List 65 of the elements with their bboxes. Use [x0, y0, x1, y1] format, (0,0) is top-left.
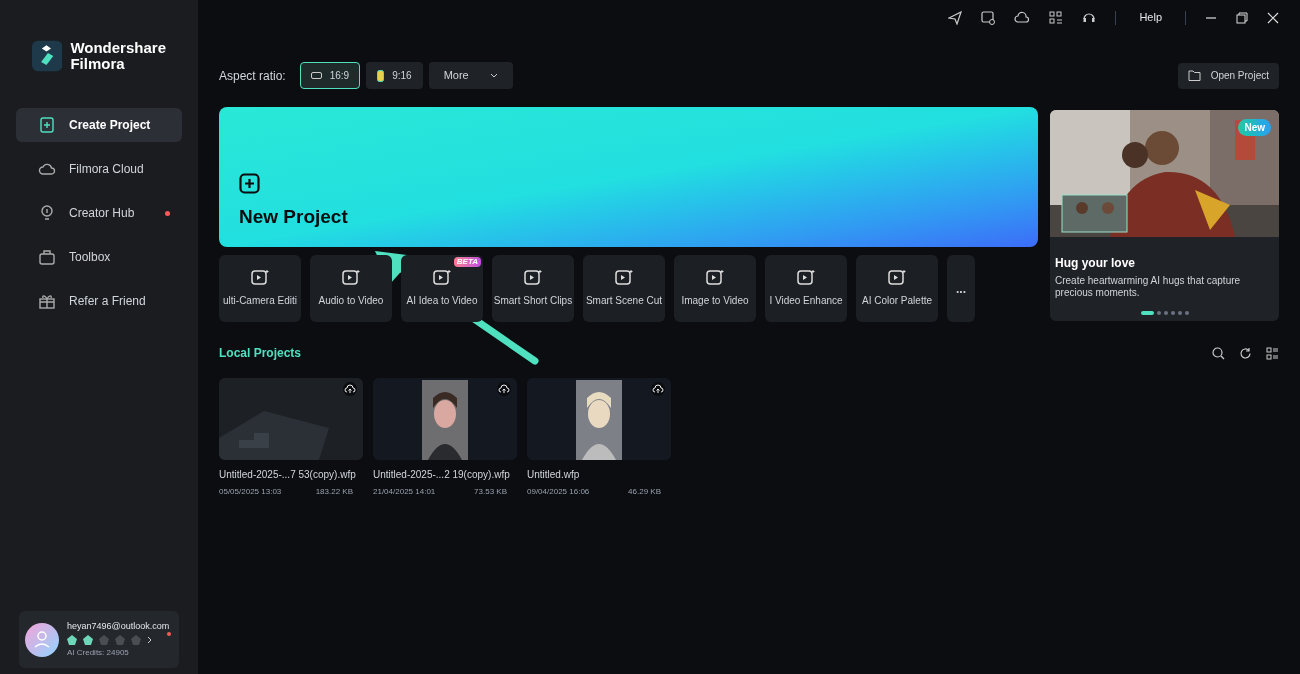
project-date: 05/05/2025 13:03 [219, 486, 282, 498]
help-button[interactable]: Help [1135, 9, 1166, 26]
promo-description: Create heartwarming AI hugs that capture precious moments. [1055, 275, 1242, 299]
restore-icon[interactable] [1236, 11, 1248, 24]
refresh-icon[interactable] [1239, 346, 1252, 360]
open-project-button[interactable]: Open Project [1177, 62, 1279, 89]
search-icon[interactable] [1212, 346, 1225, 360]
section-title: Local Projects [219, 345, 302, 362]
sidebar-item[interactable]: Filmora Cloud [16, 152, 182, 186]
promo-title: Hug your love [1055, 255, 1136, 272]
cloud-upload-icon[interactable] [497, 382, 511, 396]
cloud-upload-icon[interactable] [343, 382, 357, 396]
tool-button[interactable]: Image to Video [674, 255, 756, 322]
app-name: Filmora [70, 56, 126, 72]
tool-button[interactable]: Smart Short Clips [492, 255, 574, 322]
sidebar-item[interactable]: Toolbox [16, 240, 182, 274]
tool-button[interactable]: Audio to Video [310, 255, 392, 322]
project-name: Untitled-2025-...2 19(copy).wfp [373, 468, 511, 482]
schedule-icon[interactable] [981, 10, 996, 25]
promo-card[interactable]: New Hug your love Create heartwarming AI hugs that capture precious moments. [1050, 110, 1279, 321]
project-size: 46.29 KB [628, 486, 661, 498]
tool-button[interactable]: BETA AI Idea to Video [401, 255, 483, 322]
cloud-upload-icon[interactable] [651, 382, 665, 396]
account-card[interactable]: heyan7496@outlook.com AI Credits: 24905 [19, 611, 179, 668]
plus-square-icon [239, 172, 260, 194]
tool-button[interactable]: AI Color Palette [856, 255, 938, 322]
project-size: 73.53 KB [474, 486, 507, 498]
aspect-ratio-option[interactable]: 16:9 [299, 62, 361, 89]
sidebar-item[interactable]: Create Project [16, 108, 182, 142]
project-size: 183.22 KB [315, 486, 353, 498]
apps-icon[interactable] [1049, 10, 1064, 25]
send-icon[interactable] [948, 10, 963, 25]
project-name: Untitled-2025-...7 53(copy).wfp [219, 468, 357, 482]
file-plus-icon [38, 116, 56, 134]
account-email: heyan7496@outlook.com [67, 619, 170, 633]
gift-icon [38, 292, 56, 310]
project-date: 09/04/2025 16:06 [527, 486, 590, 498]
headset-icon[interactable] [1082, 10, 1097, 25]
landscape-icon [310, 72, 322, 79]
aspect-ratio-option[interactable]: 9:16 [366, 62, 423, 89]
folder-icon [1187, 70, 1201, 81]
app-name: Wondershare [70, 40, 166, 56]
sidebar-item[interactable]: Refer a Friend [16, 284, 182, 318]
sidebar-item[interactable]: Creator Hub [16, 196, 182, 230]
portrait-icon [377, 69, 385, 82]
project-date: 21/04/2025 14:01 [373, 486, 436, 498]
list-view-icon[interactable] [1266, 346, 1279, 360]
new-project-button[interactable]: New Project [219, 107, 1038, 247]
credits-text: AI Credits: 24905 [67, 647, 130, 660]
more-dropdown[interactable]: More [428, 62, 513, 89]
more-tools-button[interactable]: ... [947, 255, 975, 322]
close-icon[interactable] [1267, 11, 1279, 24]
chevron-down-icon [489, 72, 498, 79]
chevron-right-icon[interactable] [147, 636, 153, 645]
tool-button[interactable]: Smart Scene Cut [583, 255, 665, 322]
tool-button[interactable]: I Video Enhance [765, 255, 847, 322]
avatar-icon [25, 622, 59, 657]
new-badge: New [1238, 119, 1271, 136]
beta-badge: BETA [453, 257, 481, 267]
aspect-ratio-label: Aspect ratio: [219, 67, 286, 85]
tool-button[interactable]: ulti-Camera Editi [219, 255, 301, 322]
cloud-icon[interactable] [1014, 10, 1031, 25]
toolbox-icon [38, 248, 56, 266]
lightbulb-icon [38, 204, 56, 222]
project-name: Untitled.wfp [527, 468, 581, 482]
